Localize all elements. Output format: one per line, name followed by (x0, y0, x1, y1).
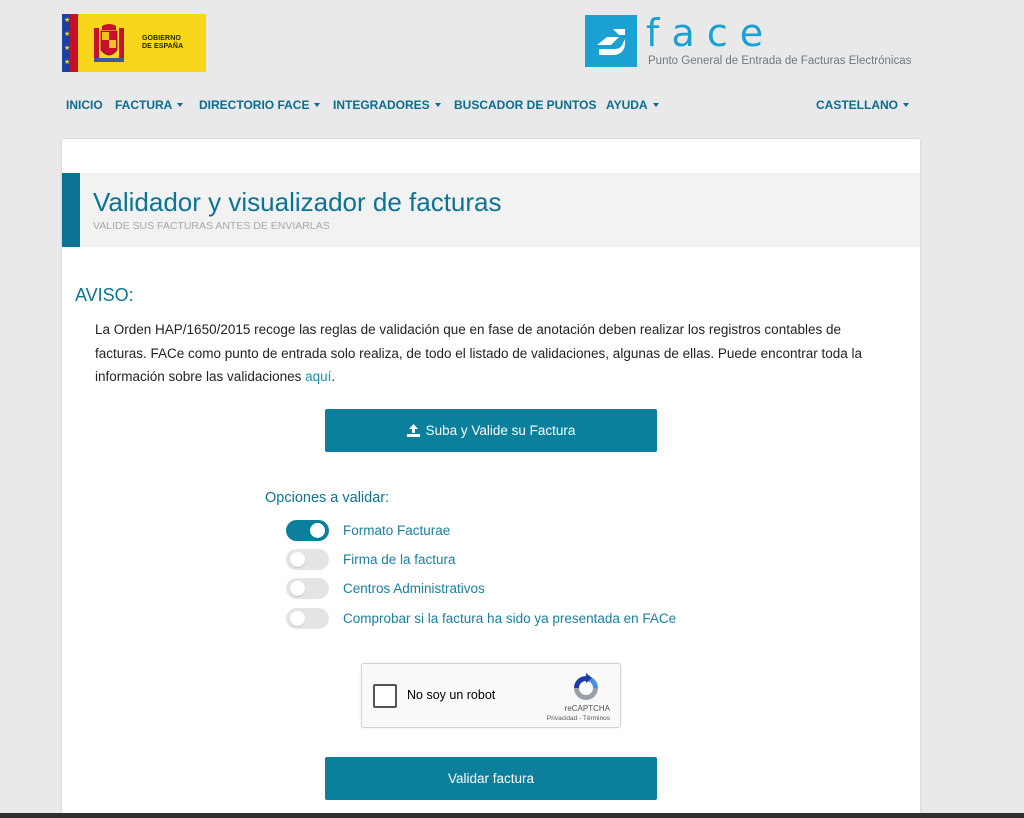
aviso-text-end: . (331, 369, 336, 384)
spain-flag-strip (70, 14, 78, 72)
language-label: CASTELLANO (816, 98, 898, 112)
option-formato-facturae: Formato Facturae (286, 520, 806, 542)
validations-info-link[interactable]: aquí (305, 369, 331, 384)
taskbar-edge (0, 813, 1024, 818)
nav-item-buscador-de-puntos[interactable]: BUSCADOR DE PUNTOS (454, 97, 596, 113)
chevron-down-icon (314, 102, 321, 107)
toggle-formato-facturae[interactable] (286, 520, 329, 541)
eu-star-icon: ★ (64, 59, 71, 66)
upload-validate-button[interactable]: Suba y Valide su Factura (325, 409, 657, 452)
face-subtitle: Punto General de Entrada de Facturas Ele… (648, 55, 912, 67)
main-card: Validador y visualizador de facturas VAL… (62, 139, 920, 818)
recaptcha-widget: No soy un robot reCAPTCHA Privacidad - T… (361, 663, 621, 728)
title-accent-bar (62, 173, 80, 247)
face-logo-wordmark[interactable]: f a c e (646, 10, 806, 54)
chevron-down-icon (177, 102, 184, 107)
chevron-down-icon (903, 102, 909, 107)
recaptcha-logo-icon (574, 673, 598, 700)
option-label[interactable]: Formato Facturae (343, 522, 450, 539)
chevron-down-icon (652, 102, 659, 107)
nav-item-label: FACTURA (115, 98, 173, 112)
aviso-title: AVISO: (75, 285, 134, 305)
aviso-text: La Orden HAP/1650/2015 recoge las reglas… (95, 318, 895, 389)
upload-icon (406, 424, 420, 437)
nav-item-label: BUSCADOR DE PUNTOS (454, 98, 597, 112)
toggle-knob (310, 523, 325, 538)
eu-star-icon: ★ (64, 17, 71, 24)
option-centros-administrativos: Centros Administrativos (286, 578, 806, 600)
toggle-knob (290, 552, 305, 567)
page-title: Validador y visualizador de facturas (93, 187, 502, 217)
main-nav: INICIO FACTURA DIRECTORIO FACE INTEGRADO… (66, 97, 916, 113)
upload-button-label: Suba y Valide su Factura (425, 423, 576, 438)
toggle-knob (290, 611, 305, 626)
options-title: Opciones a validar: (265, 490, 390, 506)
coat-of-arms-icon (94, 24, 124, 62)
gobierno-text: GOBIERNO DE ESPAÑA (142, 35, 184, 50)
toggle-comprobar-presentada[interactable] (286, 608, 329, 629)
recaptcha-brand: reCAPTCHA (564, 704, 610, 713)
nav-item-directorio-face[interactable]: DIRECTORIO FACE (199, 97, 321, 113)
nav-item-inicio[interactable]: INICIO (66, 97, 103, 113)
eu-star-icon: ★ (64, 31, 71, 38)
nav-item-label: DIRECTORIO FACE (199, 98, 310, 112)
language-selector[interactable]: CASTELLANO (816, 97, 909, 113)
gobierno-espana-logo[interactable]: ★ ★ ★ ★ GOBIERNO DE ESPAÑA (62, 14, 206, 72)
eu-star-icon: ★ (64, 45, 71, 52)
page-subtitle: VALIDE SUS FACTURAS ANTES DE ENVIARLAS (93, 220, 330, 232)
toggle-centros-administrativos[interactable] (286, 578, 329, 599)
nav-item-label: INICIO (66, 98, 103, 112)
chevron-down-icon (434, 102, 441, 107)
recaptcha-label: No soy un robot (407, 688, 496, 702)
toggle-knob (290, 581, 305, 596)
toggle-firma-factura[interactable] (286, 549, 329, 570)
recaptcha-terms-link[interactable]: Privacidad - Términos (530, 715, 610, 722)
page-title-band: Validador y visualizador de facturas VAL… (62, 173, 920, 247)
option-label[interactable]: Centros Administrativos (343, 580, 485, 597)
aviso-body: La Orden HAP/1650/2015 recoge las reglas… (95, 322, 862, 384)
face-wordmark-text: f a c e (646, 11, 763, 54)
nav-item-ayuda[interactable]: AYUDA (606, 97, 659, 113)
face-logo-mark-icon[interactable] (585, 15, 637, 67)
option-label[interactable]: Firma de la factura (343, 551, 456, 568)
nav-item-integradores[interactable]: INTEGRADORES (333, 97, 441, 113)
recaptcha-checkbox[interactable] (373, 684, 397, 708)
nav-item-factura[interactable]: FACTURA (115, 97, 184, 113)
nav-item-label: INTEGRADORES (333, 98, 430, 112)
validate-button-label: Validar factura (447, 771, 535, 786)
option-comprobar-presentada: Comprobar si la factura ha sido ya prese… (286, 608, 806, 630)
option-label[interactable]: Comprobar si la factura ha sido ya prese… (343, 610, 676, 627)
validate-invoice-button[interactable]: Validar factura (325, 757, 657, 800)
nav-item-label: AYUDA (606, 98, 648, 112)
option-firma-factura: Firma de la factura (286, 549, 806, 571)
